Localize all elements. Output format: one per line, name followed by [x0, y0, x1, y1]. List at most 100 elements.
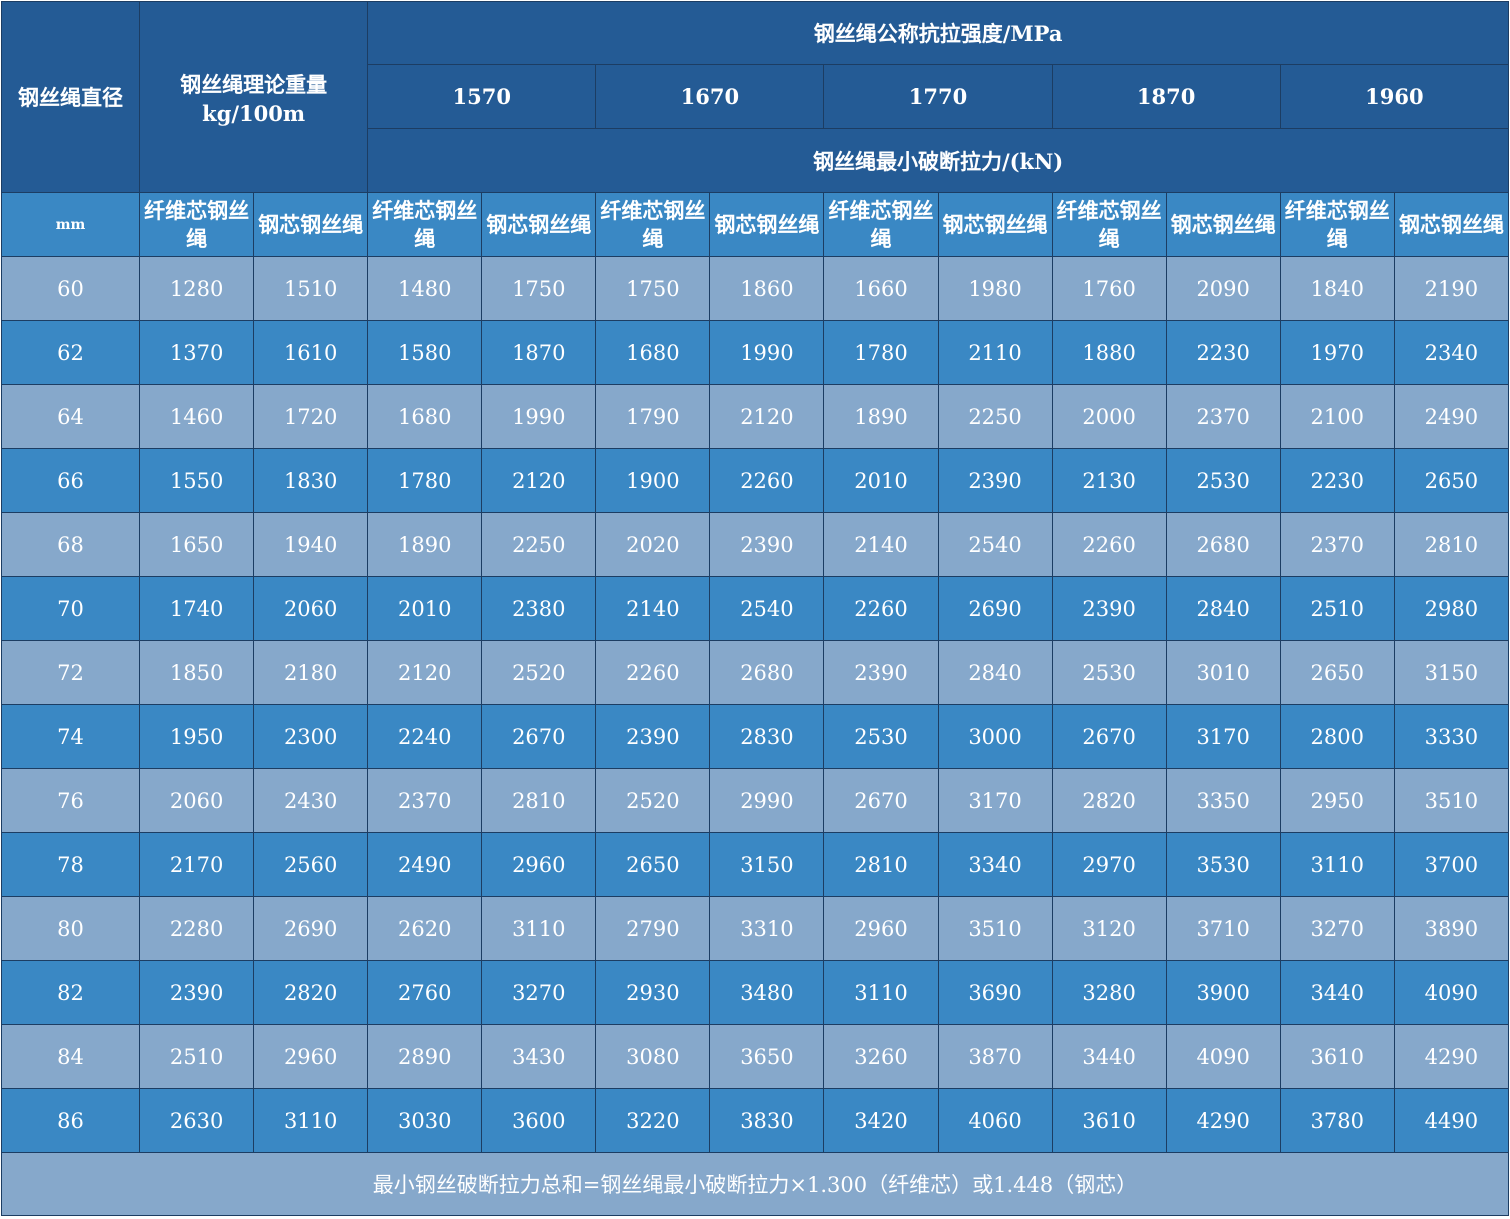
strength-header: 钢丝绳公称抗拉强度/MPa: [367, 1, 1509, 65]
value-cell: 3270: [1279, 896, 1395, 961]
steel-core-header: 钢芯钢丝绳: [253, 192, 369, 257]
value-cell: 3270: [481, 960, 597, 1025]
value-cell: 3870: [937, 1024, 1053, 1089]
table-row: 76 2060 2430 2370 2810 2520 2990 2670 3170 2820 33…: [0, 768, 1510, 833]
value-cell: 1740: [139, 576, 255, 641]
value-cell: 2120: [481, 448, 597, 513]
value-cell: 2370: [1279, 512, 1395, 577]
value-cell: 2810: [823, 832, 939, 897]
value-cell: 1610: [253, 320, 369, 385]
value-cell: 2620: [367, 896, 483, 961]
unit-cell: mm: [0, 192, 141, 257]
value-cell: 1370: [139, 320, 255, 385]
value-cell: 3890: [1393, 896, 1510, 961]
table-row: 60 1280 1510 1480 1750 1750 1860 1660 1980 1760 20…: [0, 256, 1510, 321]
fiber-core-header: 纤维芯钢丝绳: [823, 192, 939, 257]
value-cell: 3000: [937, 704, 1053, 769]
value-cell: 2230: [1165, 320, 1281, 385]
value-cell: 1460: [139, 384, 255, 449]
diameter-cell: 64: [0, 384, 141, 449]
wire-rope-spec-table: 钢丝绳直径 钢丝绳理论重量 kg/100m 钢丝绳公称抗拉强度/MPa 1570…: [0, 1, 1510, 1216]
value-cell: 2510: [139, 1024, 255, 1089]
value-cell: 2630: [139, 1088, 255, 1153]
value-cell: 2840: [1165, 576, 1281, 641]
value-cell: 2010: [367, 576, 483, 641]
value-cell: 2790: [595, 896, 711, 961]
value-cell: 4060: [937, 1088, 1053, 1153]
value-cell: 3710: [1165, 896, 1281, 961]
value-cell: 3150: [709, 832, 825, 897]
value-cell: 2260: [709, 448, 825, 513]
fiber-core-header: 纤维芯钢丝绳: [367, 192, 483, 257]
value-cell: 2820: [253, 960, 369, 1025]
value-cell: 1680: [367, 384, 483, 449]
table-row: 72 1850 2180 2120 2520 2260 2680 2390 2840 2530 30…: [0, 640, 1510, 705]
footer-note: 最小钢丝破断拉力总和=钢丝绳最小破断拉力×1.300（纤维芯）或1.448（钢芯…: [1, 1152, 1509, 1216]
value-cell: 1750: [595, 256, 711, 321]
value-cell: 3080: [595, 1024, 711, 1089]
steel-core-header: 钢芯钢丝绳: [481, 192, 597, 257]
value-cell: 2190: [1393, 256, 1510, 321]
value-cell: 3170: [937, 768, 1053, 833]
table-row: 78 2170 2560 2490 2960 2650 3150 2810 3340 2970 35…: [0, 832, 1510, 897]
value-cell: 3330: [1393, 704, 1510, 769]
value-cell: 2560: [253, 832, 369, 897]
value-cell: 3120: [1051, 896, 1167, 961]
value-cell: 2000: [1051, 384, 1167, 449]
value-cell: 3110: [481, 896, 597, 961]
weight-header-title: 钢丝绳理论重量: [180, 71, 328, 97]
value-cell: 1990: [481, 384, 597, 449]
value-cell: 3340: [937, 832, 1053, 897]
value-cell: 3420: [823, 1088, 939, 1153]
diameter-cell: 62: [0, 320, 141, 385]
value-cell: 2120: [709, 384, 825, 449]
value-cell: 3510: [937, 896, 1053, 961]
value-cell: 1900: [595, 448, 711, 513]
value-cell: 3900: [1165, 960, 1281, 1025]
value-cell: 1680: [595, 320, 711, 385]
value-cell: 2370: [367, 768, 483, 833]
value-cell: 2670: [823, 768, 939, 833]
value-cell: 1840: [1279, 256, 1395, 321]
value-cell: 4290: [1393, 1024, 1510, 1089]
value-cell: 2540: [937, 512, 1053, 577]
strength-1670: 1670: [595, 64, 825, 129]
value-cell: 2840: [937, 640, 1053, 705]
weight-header: 钢丝绳理论重量 kg/100m: [139, 1, 369, 193]
diameter-cell: 60: [0, 256, 141, 321]
value-cell: 2810: [481, 768, 597, 833]
value-cell: 1860: [709, 256, 825, 321]
value-cell: 3350: [1165, 768, 1281, 833]
value-cell: 2090: [1165, 256, 1281, 321]
value-cell: 2690: [937, 576, 1053, 641]
value-cell: 2100: [1279, 384, 1395, 449]
value-cell: 3110: [823, 960, 939, 1025]
value-cell: 2170: [139, 832, 255, 897]
value-cell: 1510: [253, 256, 369, 321]
value-cell: 2680: [709, 640, 825, 705]
value-cell: 1650: [139, 512, 255, 577]
value-cell: 3110: [253, 1088, 369, 1153]
value-cell: 2530: [1051, 640, 1167, 705]
value-cell: 2830: [709, 704, 825, 769]
value-cell: 3030: [367, 1088, 483, 1153]
weight-header-unit: kg/100m: [202, 100, 306, 126]
value-cell: 2510: [1279, 576, 1395, 641]
value-cell: 1870: [481, 320, 597, 385]
value-cell: 2250: [481, 512, 597, 577]
value-cell: 2990: [709, 768, 825, 833]
value-cell: 3650: [709, 1024, 825, 1089]
table-body: 60 1280 1510 1480 1750 1750 1860 1660 1980 1760 20…: [0, 256, 1510, 1153]
fiber-core-header: 纤维芯钢丝绳: [1279, 192, 1395, 257]
table-row: 86 2630 3110 3030 3600 3220 3830 3420 4060 3610 42…: [0, 1088, 1510, 1153]
diameter-cell: 80: [0, 896, 141, 961]
diameter-cell: 84: [0, 1024, 141, 1089]
table-row: 70 1740 2060 2010 2380 2140 2540 2260 2690 2390 28…: [0, 576, 1510, 641]
strength-1870: 1870: [1051, 64, 1281, 129]
value-cell: 3510: [1393, 768, 1510, 833]
value-cell: 2390: [937, 448, 1053, 513]
steel-core-header: 钢芯钢丝绳: [709, 192, 825, 257]
value-cell: 3830: [709, 1088, 825, 1153]
diameter-cell: 72: [0, 640, 141, 705]
value-cell: 3260: [823, 1024, 939, 1089]
